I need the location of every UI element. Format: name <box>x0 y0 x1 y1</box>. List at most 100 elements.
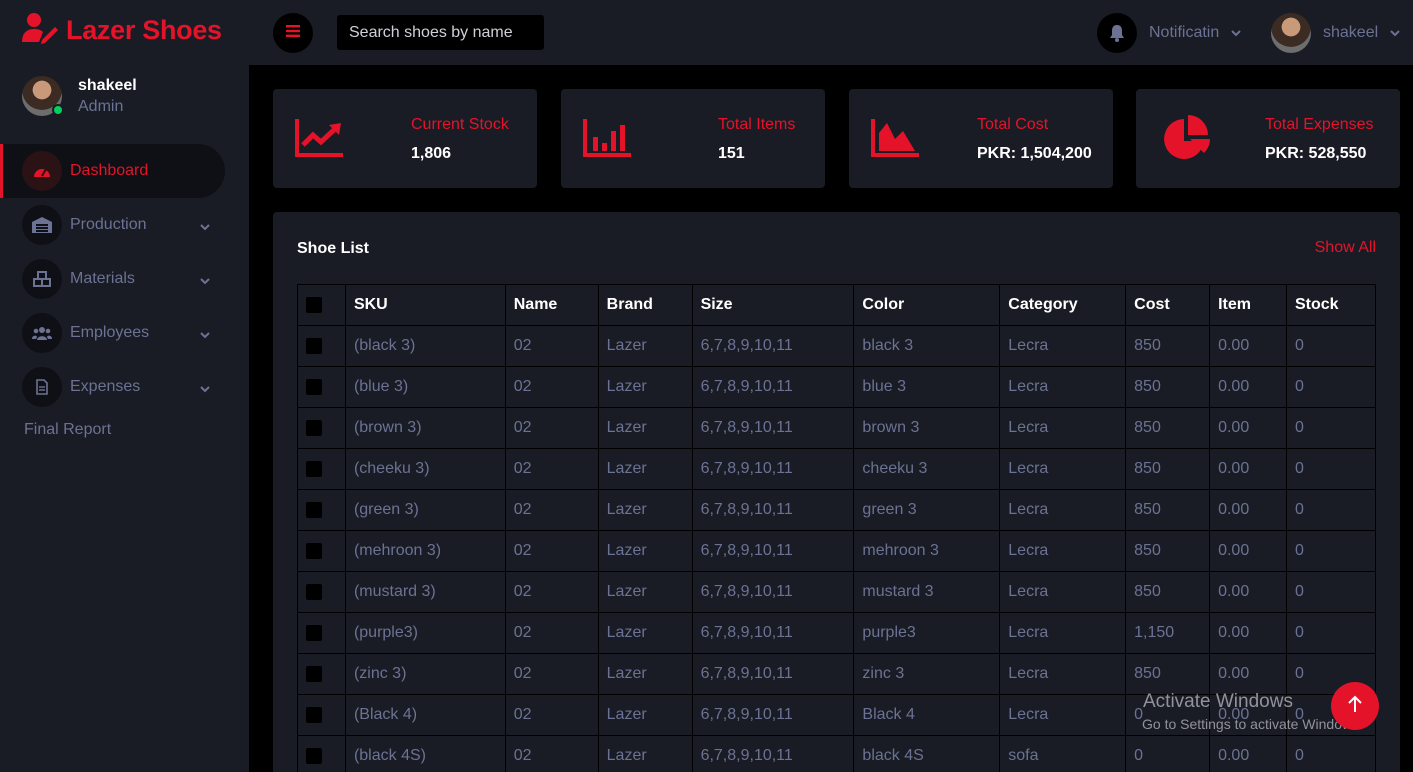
table-cell: 0.00 <box>1209 735 1287 772</box>
sidebar-item-employees[interactable]: Employees <box>0 306 249 360</box>
table-cell: Lecra <box>999 530 1127 572</box>
row-checkbox[interactable] <box>297 653 346 695</box>
table-cell: (brown 3) <box>344 407 506 449</box>
chevron-down-icon <box>200 326 210 344</box>
watermark-title: Activate Windows <box>1143 691 1293 712</box>
table-cell: 0.00 <box>1209 366 1287 408</box>
row-checkbox[interactable] <box>297 735 346 772</box>
table-cell: 850 <box>1125 366 1211 408</box>
table-cell: Lazer <box>597 448 693 490</box>
table-cell: 02 <box>504 407 599 449</box>
stat-card-current-stock: Current Stock 1,806 <box>273 89 537 188</box>
user-name: shakeel <box>1323 24 1379 41</box>
sidebar-item-expenses[interactable]: Expenses <box>0 360 249 414</box>
table-cell: 6,7,8,9,10,11 <box>691 735 855 772</box>
table-cell: 850 <box>1125 571 1211 613</box>
column-header: Item <box>1209 284 1287 326</box>
card-value: 1,806 <box>411 145 452 162</box>
table-row[interactable]: (black 3) 02 Lazer 6,7,8,9,10,11 black 3 Lecr… <box>297 325 1376 367</box>
table-cell: 0.00 <box>1209 571 1287 613</box>
row-checkbox[interactable] <box>297 325 346 367</box>
table-cell: 6,7,8,9,10,11 <box>691 489 855 531</box>
table-cell: Lecra <box>999 489 1127 531</box>
table-cell: 0 <box>1286 489 1376 531</box>
column-header: Stock <box>1286 284 1376 326</box>
table-cell: 0 <box>1286 325 1376 367</box>
users-icon <box>22 313 62 353</box>
table-cell: (Black 4) <box>344 694 506 736</box>
speedometer-icon <box>22 151 62 191</box>
row-checkbox[interactable] <box>297 694 346 736</box>
table-cell: 0 <box>1286 571 1376 613</box>
table-cell: 02 <box>504 530 599 572</box>
watermark-subtitle: Go to Settings to activate Windows. <box>1142 716 1363 732</box>
table-cell: (black 4S) <box>344 735 506 772</box>
table-cell: 02 <box>504 366 599 408</box>
sidebar-item-final-report[interactable]: Final Report <box>0 414 249 446</box>
notification-dropdown[interactable]: Notificatin <box>1097 13 1241 53</box>
table-cell: 6,7,8,9,10,11 <box>691 325 855 367</box>
row-checkbox[interactable] <box>297 407 346 449</box>
table-row[interactable]: (black 4S) 02 Lazer 6,7,8,9,10,11 black 4S so… <box>297 735 1376 772</box>
brand-logo[interactable]: Lazer Shoes <box>22 12 222 49</box>
table-row[interactable]: (mustard 3) 02 Lazer 6,7,8,9,10,11 mustard 3… <box>297 571 1376 613</box>
bell-icon <box>1097 13 1137 53</box>
table-cell: 02 <box>504 489 599 531</box>
warehouse-icon <box>22 205 62 245</box>
table-cell: 6,7,8,9,10,11 <box>691 407 855 449</box>
table-cell: Lazer <box>597 653 693 695</box>
table-cell: Lecra <box>999 612 1127 654</box>
table-row[interactable]: (mehroon 3) 02 Lazer 6,7,8,9,10,11 mehroon 3… <box>297 530 1376 572</box>
row-checkbox[interactable] <box>297 612 346 654</box>
table-row[interactable]: (green 3) 02 Lazer 6,7,8,9,10,11 green 3 Lecr… <box>297 489 1376 531</box>
show-all-link[interactable]: Show All <box>1315 239 1376 257</box>
table-cell: 6,7,8,9,10,11 <box>691 530 855 572</box>
sidebar-profile[interactable]: shakeel Admin <box>22 76 137 118</box>
pie-chart-icon <box>1160 115 1212 168</box>
table-cell: 02 <box>504 571 599 613</box>
scroll-top-button[interactable] <box>1331 682 1379 730</box>
sidebar-item-label: Expenses <box>70 378 141 395</box>
sidebar-item-materials[interactable]: Materials <box>0 252 249 306</box>
row-checkbox[interactable] <box>297 530 346 572</box>
table-row[interactable]: (blue 3) 02 Lazer 6,7,8,9,10,11 blue 3 Lecra 8… <box>297 366 1376 408</box>
sidebar-item-dashboard[interactable]: Dashboard <box>0 144 225 198</box>
chevron-down-icon <box>1390 24 1400 42</box>
chevron-down-icon <box>1231 24 1241 42</box>
table-cell: 0 <box>1286 530 1376 572</box>
table-header-row: SKU Name Brand Size Color Category Cost … <box>297 284 1376 326</box>
table-cell: 02 <box>504 325 599 367</box>
table-cell: Lazer <box>597 735 693 772</box>
table-cell: 6,7,8,9,10,11 <box>691 571 855 613</box>
table-cell: 0.00 <box>1209 325 1287 367</box>
table-row[interactable]: (cheeku 3) 02 Lazer 6,7,8,9,10,11 cheeku 3 Le… <box>297 448 1376 490</box>
row-checkbox[interactable] <box>297 366 346 408</box>
row-checkbox[interactable] <box>297 489 346 531</box>
table-cell: 02 <box>504 653 599 695</box>
column-header: Brand <box>597 284 693 326</box>
topbar: Notificatin shakeel <box>249 0 1413 65</box>
sidebar-item-production[interactable]: Production <box>0 198 249 252</box>
search-input[interactable] <box>337 15 544 50</box>
table-cell: mehroon 3 <box>853 530 1001 572</box>
user-menu[interactable]: shakeel <box>1271 13 1400 53</box>
file-icon <box>22 367 62 407</box>
table-cell: (zinc 3) <box>344 653 506 695</box>
table-row[interactable]: (zinc 3) 02 Lazer 6,7,8,9,10,11 zinc 3 Lecra 8… <box>297 653 1376 695</box>
arrow-up-icon <box>1348 695 1362 718</box>
table-cell: cheeku 3 <box>853 448 1001 490</box>
table-cell: 6,7,8,9,10,11 <box>691 653 855 695</box>
table-cell: Lecra <box>999 653 1127 695</box>
table-row[interactable]: (purple3) 02 Lazer 6,7,8,9,10,11 purple3 Lecr… <box>297 612 1376 654</box>
table-cell: (blue 3) <box>344 366 506 408</box>
table-cell: 0.00 <box>1209 489 1287 531</box>
row-checkbox[interactable] <box>297 571 346 613</box>
select-all-checkbox[interactable] <box>297 284 346 326</box>
menu-toggle-button[interactable] <box>273 13 313 53</box>
table-cell: 0.00 <box>1209 612 1287 654</box>
column-header: Color <box>853 284 1001 326</box>
table-row[interactable]: (brown 3) 02 Lazer 6,7,8,9,10,11 brown 3 Lecr… <box>297 407 1376 449</box>
row-checkbox[interactable] <box>297 448 346 490</box>
table-cell: 02 <box>504 735 599 772</box>
table-cell: Lazer <box>597 612 693 654</box>
